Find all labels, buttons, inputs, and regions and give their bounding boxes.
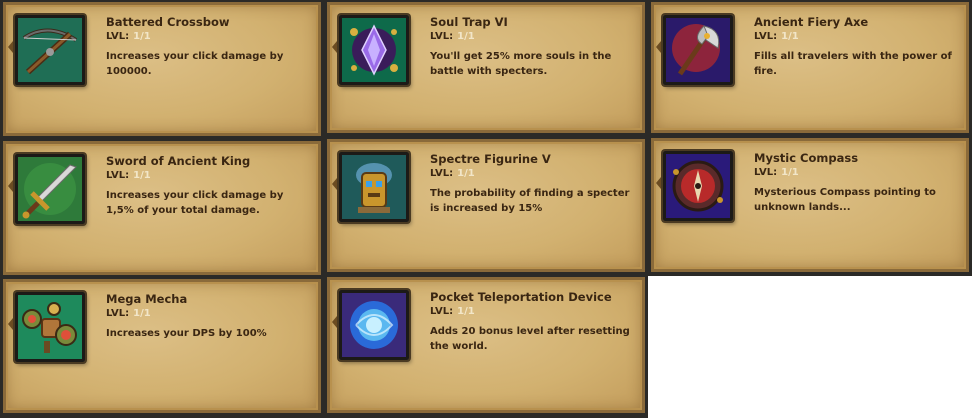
item-level: LVL: 1/1	[106, 170, 151, 181]
item-level: LVL: 1/1	[106, 308, 151, 319]
level-value: 1/1	[457, 306, 475, 317]
level-label: LVL:	[430, 31, 454, 42]
level-value: 1/1	[781, 31, 799, 42]
level-label: LVL:	[106, 170, 130, 181]
teleport-orb-icon	[339, 290, 409, 360]
item-description: The probability of finding a specter is …	[430, 188, 630, 214]
level-value: 1/1	[457, 168, 475, 179]
soul-trap-icon	[339, 15, 409, 85]
artifact-card-ancient-fiery-axe[interactable]: Ancient Fiery Axe LVL: 1/1 Fills all trav…	[651, 2, 969, 133]
item-level: LVL: 1/1	[106, 31, 151, 42]
artifact-card-spectre-figurine-v[interactable]: Spectre Figurine V LVL: 1/1 The probabili…	[327, 139, 645, 272]
compass-icon	[663, 151, 733, 221]
level-label: LVL:	[430, 168, 454, 179]
artifact-card-mega-mecha[interactable]: Mega Mecha LVL: 1/1 Increases your DPS by…	[3, 279, 321, 413]
item-title: Ancient Fiery Axe	[754, 15, 869, 29]
item-level: LVL: 1/1	[430, 306, 475, 317]
item-description: Increases your DPS by 100%	[106, 328, 267, 339]
item-description: Fills all travelers with the power of fi…	[754, 51, 952, 77]
item-title: Mystic Compass	[754, 151, 859, 165]
item-description: Increases your click damage by 1,5% of y…	[106, 190, 284, 216]
artifact-card-pocket-teleportation-device[interactable]: Pocket Teleportation Device LVL: 1/1 Adds…	[327, 277, 645, 413]
level-value: 1/1	[133, 308, 151, 319]
item-description: Adds 20 bonus level after resetting the …	[430, 326, 630, 352]
fiery-axe-icon	[663, 15, 733, 85]
level-label: LVL:	[106, 308, 130, 319]
mecha-icon	[15, 292, 85, 362]
item-title: Soul Trap VI	[430, 15, 508, 29]
item-title: Spectre Figurine V	[430, 152, 551, 166]
item-level: LVL: 1/1	[430, 168, 475, 179]
item-description: Mysterious Compass pointing to unknown l…	[754, 187, 936, 213]
level-label: LVL:	[754, 31, 778, 42]
artifact-card-soul-trap-vi[interactable]: Soul Trap VI LVL: 1/1 You'll get 25% more…	[327, 2, 645, 133]
item-title: Pocket Teleportation Device	[430, 290, 612, 304]
item-level: LVL: 1/1	[430, 31, 475, 42]
item-title: Battered Crossbow	[106, 15, 230, 29]
level-value: 1/1	[133, 170, 151, 181]
level-value: 1/1	[133, 31, 151, 42]
item-title: Sword of Ancient King	[106, 154, 251, 168]
level-label: LVL:	[430, 306, 454, 317]
figurine-icon	[339, 152, 409, 222]
level-value: 1/1	[457, 31, 475, 42]
level-value: 1/1	[781, 167, 799, 178]
item-description: Increases your click damage by 100000.	[106, 51, 284, 77]
artifact-card-sword-of-ancient-king[interactable]: Sword of Ancient King LVL: 1/1 Increases …	[3, 141, 321, 275]
item-description: You'll get 25% more souls in the battle …	[430, 51, 612, 77]
sword-icon	[15, 154, 85, 224]
crossbow-icon	[15, 15, 85, 85]
item-level: LVL: 1/1	[754, 167, 799, 178]
level-label: LVL:	[754, 167, 778, 178]
artifact-card-mystic-compass[interactable]: Mystic Compass LVL: 1/1 Mysterious Compas…	[651, 138, 969, 272]
artifact-card-battered-crossbow[interactable]: Battered Crossbow LVL: 1/1 Increases your…	[3, 2, 321, 136]
item-title: Mega Mecha	[106, 292, 188, 306]
level-label: LVL:	[106, 31, 130, 42]
item-level: LVL: 1/1	[754, 31, 799, 42]
